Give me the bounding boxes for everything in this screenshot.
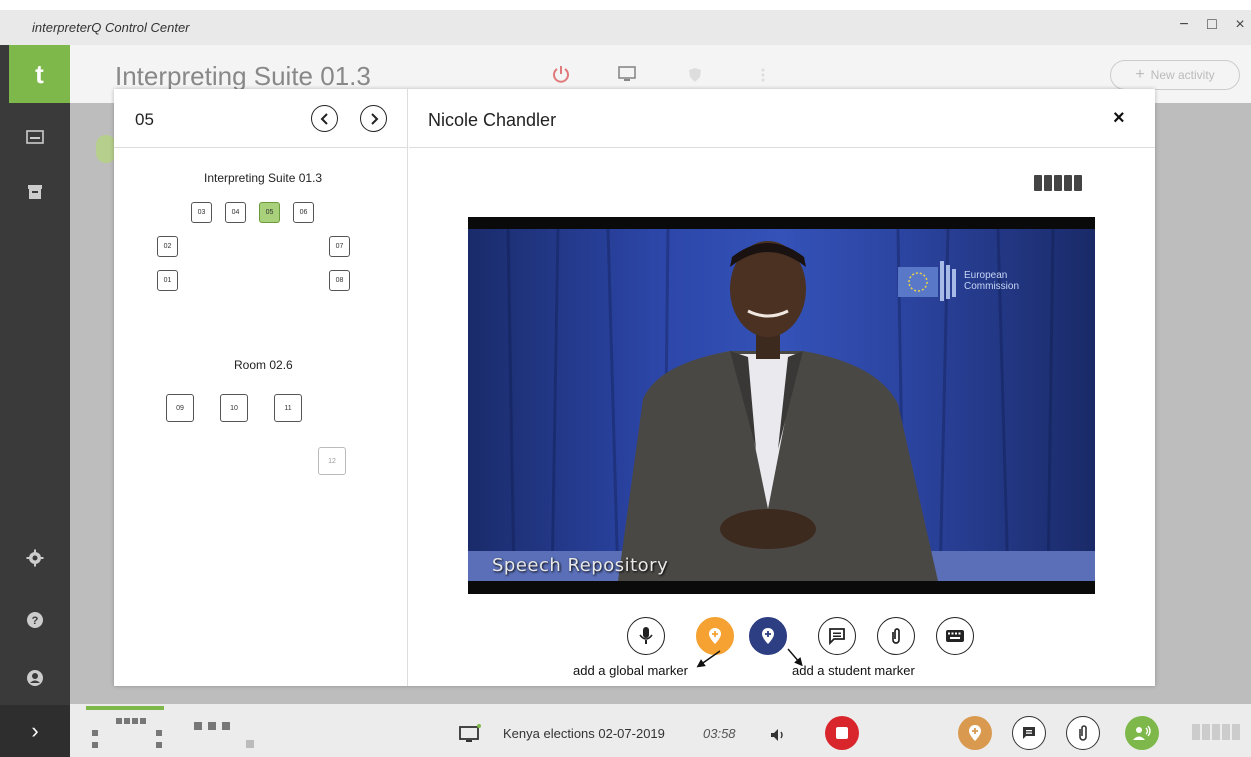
stop-icon	[836, 727, 848, 739]
video-caption: Speech Repository	[492, 555, 669, 576]
student-header: Nicole Chandler ×	[409, 89, 1155, 148]
booth-12[interactable]: 12	[318, 447, 346, 475]
sidebar: t ? ›	[0, 45, 70, 757]
keyboard-button[interactable]	[936, 617, 974, 655]
layout-thumbnail-2[interactable]	[188, 714, 266, 752]
previous-booth-button[interactable]	[311, 105, 338, 132]
european-commission-logo: European Commission	[898, 259, 1019, 303]
audio-level-meter	[1034, 175, 1082, 191]
attachment-button[interactable]	[1066, 716, 1100, 750]
room-title: Room 02.6	[234, 358, 293, 372]
paperclip-icon	[1079, 725, 1087, 741]
booth-10[interactable]: 10	[220, 394, 248, 422]
booth-11[interactable]: 11	[274, 394, 302, 422]
booth-02[interactable]: 02	[157, 236, 178, 257]
logo-text-line-1: European	[964, 270, 1008, 281]
power-icon[interactable]	[552, 65, 570, 83]
room-title: Interpreting Suite 01.3	[204, 171, 323, 185]
talk-to-student-button[interactable]	[1125, 716, 1159, 750]
chat-icon	[1023, 727, 1035, 739]
user-icon[interactable]	[26, 669, 44, 687]
monitor-icon	[459, 724, 481, 742]
close-modal-button[interactable]: ×	[1113, 107, 1125, 130]
chat-icon	[829, 628, 845, 645]
active-indicator	[86, 706, 164, 710]
window-title: interpreterQ Control Center	[32, 20, 190, 35]
video-player[interactable]: European Commission Speech Repository	[468, 217, 1095, 594]
marker-pin-icon	[762, 628, 774, 644]
marker-pin-icon	[709, 628, 721, 644]
window-controls: − □ ×	[1177, 16, 1251, 34]
app-logo[interactable]: t	[9, 45, 70, 103]
booth-map-panel: 05 Interpreting Suite 01.3 03 04 05 06 0…	[114, 89, 408, 686]
signal-meter	[1192, 724, 1240, 740]
speaking-person-icon	[1133, 725, 1151, 740]
booth-detail-modal: 05 Interpreting Suite 01.3 03 04 05 06 0…	[114, 89, 1155, 686]
chevron-left-icon	[320, 112, 328, 125]
page-title: Interpreting Suite 01.3	[115, 61, 371, 91]
global-marker-annotation: add a global marker	[573, 663, 688, 678]
booth-number: 05	[135, 110, 154, 129]
global-marker-button[interactable]	[958, 716, 992, 750]
svg-text:?: ?	[32, 615, 39, 627]
logo-text-line-2: Commission	[964, 281, 1020, 292]
booth-08[interactable]: 08	[329, 270, 350, 291]
booth-01[interactable]: 01	[157, 270, 178, 291]
microphone-button[interactable]	[627, 617, 665, 655]
screen-icon[interactable]	[26, 128, 44, 146]
speaker-icon[interactable]	[770, 728, 786, 742]
elapsed-time: 03:58	[703, 726, 736, 741]
student-marker-annotation: add a student marker	[792, 663, 915, 678]
booth-05[interactable]: 05	[259, 202, 280, 223]
student-name: Nicole Chandler	[428, 110, 557, 130]
session-name: Kenya elections 02-07-2019	[503, 726, 665, 741]
app-window: interpreterQ Control Center − □ × t ? › …	[0, 0, 1251, 757]
monitor-icon[interactable]	[618, 65, 636, 83]
layout-thumbnail-1[interactable]	[88, 714, 166, 752]
help-icon[interactable]: ?	[26, 611, 44, 629]
expand-sidebar-button[interactable]: ›	[0, 705, 70, 757]
chat-button[interactable]	[1012, 716, 1046, 750]
booth-nav-header: 05	[114, 89, 408, 148]
chevron-right-icon	[370, 112, 378, 125]
microphone-icon	[639, 627, 653, 644]
booth-03[interactable]: 03	[191, 202, 212, 223]
eu-flag-icon	[898, 261, 956, 301]
stop-recording-button[interactable]	[825, 716, 859, 750]
booth-06[interactable]: 06	[293, 202, 314, 223]
booth-09[interactable]: 09	[166, 394, 194, 422]
new-activity-label: New activity	[1150, 68, 1215, 82]
gear-icon[interactable]	[26, 549, 44, 567]
new-activity-button[interactable]: + New activity	[1110, 60, 1240, 90]
maximize-button[interactable]: □	[1205, 16, 1219, 34]
booth-04[interactable]: 04	[225, 202, 246, 223]
archive-icon[interactable]	[26, 183, 44, 201]
session-bar: Kenya elections 02-07-2019 03:58	[70, 704, 1251, 757]
paperclip-icon	[892, 628, 900, 644]
background-booth-chip	[96, 135, 116, 163]
more-icon[interactable]	[760, 67, 766, 83]
minimize-button[interactable]: −	[1177, 16, 1191, 34]
booth-07[interactable]: 07	[329, 236, 350, 257]
next-booth-button[interactable]	[360, 105, 387, 132]
window-close-button[interactable]: ×	[1233, 16, 1247, 34]
plus-icon: +	[1135, 66, 1145, 83]
window-titlebar: interpreterQ Control Center − □ ×	[0, 10, 1251, 45]
shield-icon[interactable]	[688, 67, 702, 83]
marker-pin-icon	[969, 725, 981, 741]
video-frame: European Commission Speech Repository	[468, 229, 1095, 581]
keyboard-icon	[946, 630, 964, 642]
